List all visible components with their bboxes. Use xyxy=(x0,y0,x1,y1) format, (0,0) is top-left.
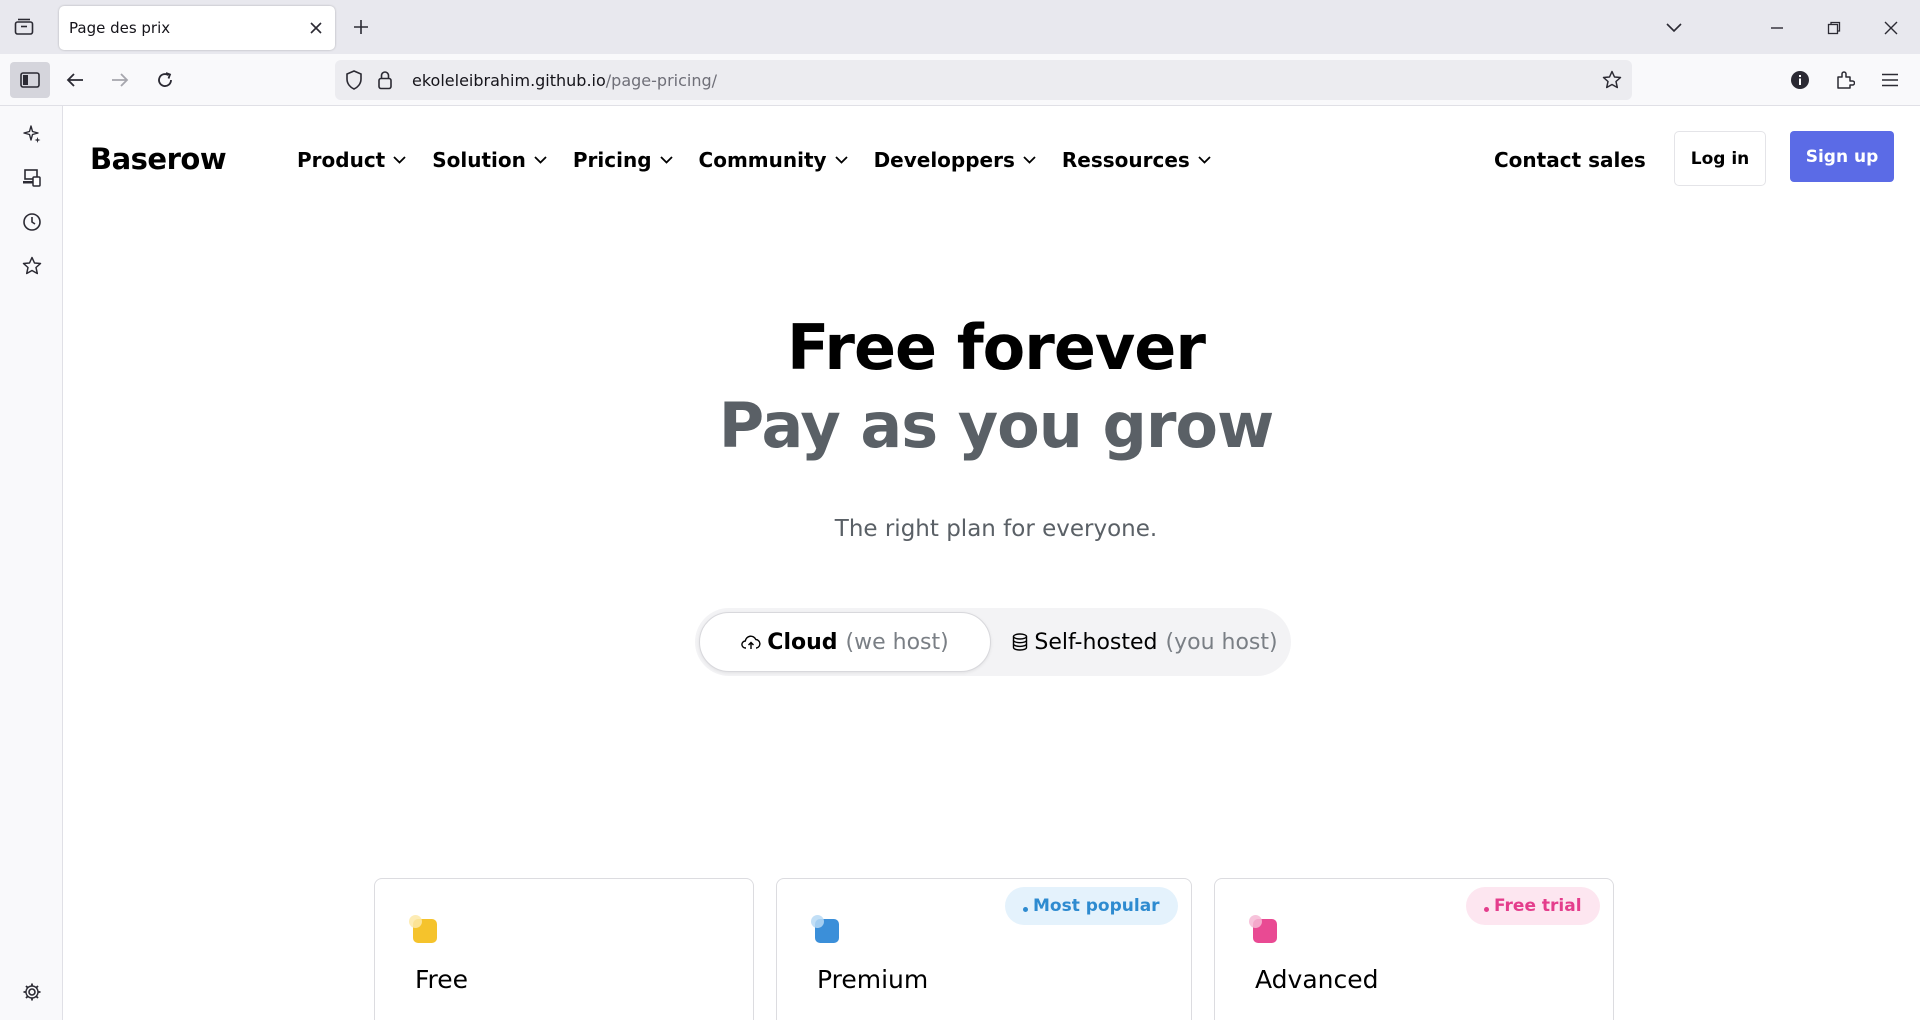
extensions-icon[interactable] xyxy=(1831,66,1859,94)
chevron-down-icon xyxy=(534,156,547,164)
chevron-down-icon xyxy=(393,156,406,164)
menu-label: Pricing xyxy=(572,148,652,172)
plan-advanced-icon xyxy=(1249,915,1277,943)
brand-logo[interactable]: Baserow xyxy=(90,142,227,176)
info-circle-icon[interactable] xyxy=(1786,66,1814,94)
bookmark-star-icon[interactable] xyxy=(1602,70,1622,94)
menu-item-solution[interactable]: Solution xyxy=(432,148,547,172)
chevron-down-icon xyxy=(834,156,848,164)
plan-card-free[interactable]: Free xyxy=(374,878,754,1020)
synced-tabs-icon[interactable] xyxy=(20,166,44,190)
menu-item-pricing[interactable]: Pricing xyxy=(573,148,673,172)
browser-sidebar xyxy=(0,106,63,1020)
plan-name: Free xyxy=(415,965,469,994)
forward-arrow-icon xyxy=(106,66,134,94)
window-close-icon[interactable] xyxy=(1879,16,1903,40)
menu-label: Solution xyxy=(432,148,526,172)
reload-icon[interactable] xyxy=(151,66,179,94)
plan-premium-icon xyxy=(811,915,839,943)
tab-list-icon[interactable] xyxy=(12,15,36,39)
plan-free-icon xyxy=(409,915,437,943)
url-bar[interactable]: ekoleleibrahim.github.io/page-pricing/ xyxy=(335,60,1632,100)
shield-icon[interactable] xyxy=(345,70,363,94)
chevron-down-icon xyxy=(659,156,673,164)
menu-label: Developpers xyxy=(873,148,1015,172)
plan-card-premium[interactable]: Premium Most popular xyxy=(776,878,1192,1020)
menu-item-ressources[interactable]: Ressources xyxy=(1062,148,1211,172)
contact-sales-link[interactable]: Contact sales xyxy=(1494,148,1646,172)
url-text[interactable]: ekoleleibrahim.github.io/page-pricing/ xyxy=(412,71,717,90)
restore-icon[interactable] xyxy=(1822,16,1846,40)
chevron-down-icon[interactable] xyxy=(1662,16,1686,40)
back-arrow-icon[interactable] xyxy=(61,66,89,94)
new-tab-plus-icon[interactable] xyxy=(350,16,372,38)
cloud-note: (we host) xyxy=(845,629,949,655)
menu-label: Ressources xyxy=(1061,148,1190,172)
plan-card-advanced[interactable]: Advanced Free trial xyxy=(1214,878,1614,1020)
web-page: Baserow Product Solution Pricing Communi… xyxy=(63,106,1920,1020)
self-hosted-label: Self-hosted xyxy=(1034,629,1158,655)
free-trial-badge: Free trial xyxy=(1466,887,1600,925)
menu-label: Community xyxy=(698,148,827,172)
hamburger-menu-icon[interactable] xyxy=(1876,66,1904,94)
browser-toolbar: ekoleleibrahim.github.io/page-pricing/ xyxy=(0,54,1920,106)
url-path: /page-pricing/ xyxy=(605,71,718,90)
tab-title: Page des prix xyxy=(69,19,171,37)
hero-tagline: The right plan for everyone. xyxy=(834,516,1158,542)
settings-gear-icon[interactable] xyxy=(20,980,44,1004)
plan-name: Premium xyxy=(817,965,929,994)
self-hosted-note: (you host) xyxy=(1165,629,1278,655)
browser-tab[interactable]: Page des prix xyxy=(59,6,335,50)
badge-label: Most popular xyxy=(1033,896,1160,916)
browser-tab-bar: Page des prix xyxy=(0,0,1920,54)
close-icon[interactable] xyxy=(307,19,325,37)
self-hosted-option[interactable]: Self-hosted (you host) xyxy=(1005,612,1285,672)
hero-heading: Free forever xyxy=(787,311,1206,384)
sidebar-toggle-icon[interactable] xyxy=(10,62,50,98)
hero-subheading: Pay as you grow xyxy=(718,389,1275,462)
chevron-down-icon xyxy=(1023,156,1036,164)
minimize-icon[interactable] xyxy=(1765,16,1789,40)
cloud-option[interactable]: Cloud (we host) xyxy=(699,612,991,672)
url-host: ekoleleibrahim.github.io xyxy=(412,71,606,90)
ai-sparkle-icon[interactable] xyxy=(20,122,44,146)
bookmarks-star-icon[interactable] xyxy=(20,254,44,278)
history-clock-icon[interactable] xyxy=(20,210,44,234)
main-menu: Product Solution Pricing Community Devel… xyxy=(297,148,1237,172)
menu-item-community[interactable]: Community xyxy=(699,148,848,172)
menu-item-developpers[interactable]: Developpers xyxy=(874,148,1036,172)
login-button[interactable]: Log in xyxy=(1674,131,1766,186)
cloud-upload-icon xyxy=(741,635,761,649)
lock-icon[interactable] xyxy=(377,70,393,94)
most-popular-badge: Most popular xyxy=(1005,887,1178,925)
database-icon xyxy=(1013,633,1028,651)
chevron-down-icon xyxy=(1198,156,1211,164)
signup-button[interactable]: Sign up xyxy=(1790,131,1894,182)
cloud-label: Cloud xyxy=(767,629,838,655)
menu-item-product[interactable]: Product xyxy=(297,148,406,172)
menu-label: Product xyxy=(297,148,386,172)
plan-name: Advanced xyxy=(1255,965,1379,994)
badge-label: Free trial xyxy=(1494,896,1582,916)
hosting-toggle: Cloud (we host) Self-hosted (you host) xyxy=(695,608,1291,676)
